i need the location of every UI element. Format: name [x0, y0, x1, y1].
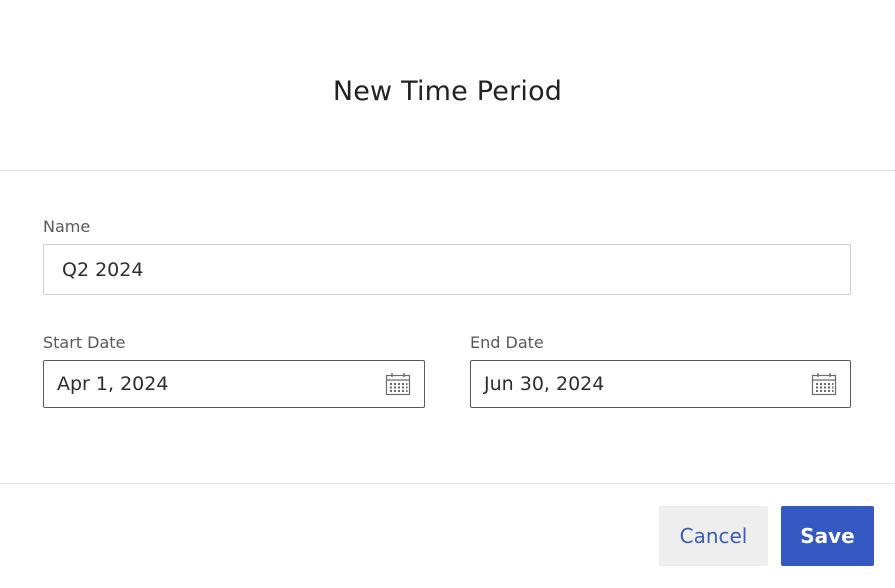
- calendar-icon[interactable]: [385, 372, 411, 396]
- save-button[interactable]: Save: [781, 506, 874, 566]
- name-input[interactable]: Q2 2024: [43, 244, 851, 295]
- start-date-value: Apr 1, 2024: [57, 373, 169, 395]
- dialog-header: New Time Period: [0, 0, 895, 171]
- name-label: Name: [43, 217, 91, 236]
- end-date-label: End Date: [470, 333, 544, 352]
- dialog-title: New Time Period: [332, 76, 563, 107]
- start-date-input[interactable]: Apr 1, 2024: [43, 360, 425, 408]
- end-date-value: Jun 30, 2024: [484, 373, 605, 395]
- start-date-label: Start Date: [43, 333, 126, 352]
- name-input-value: Q2 2024: [62, 258, 144, 281]
- end-date-input[interactable]: Jun 30, 2024: [470, 360, 851, 408]
- calendar-icon[interactable]: [811, 372, 837, 396]
- cancel-button[interactable]: Cancel: [659, 506, 768, 566]
- new-time-period-dialog: New Time Period Name Q2 2024 Start Date …: [0, 0, 895, 588]
